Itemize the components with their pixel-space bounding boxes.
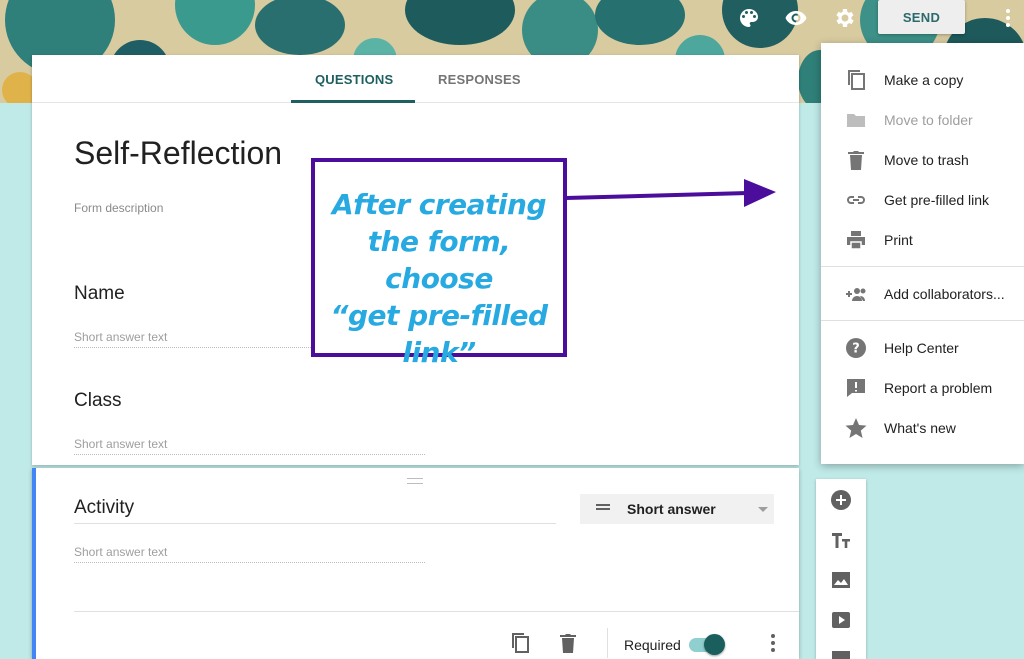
annotation-line: the form, choose (367, 225, 511, 295)
question-footer-divider (74, 611, 799, 612)
annotation-line: After creating (331, 188, 547, 221)
add-people-icon (845, 283, 867, 305)
report-icon (845, 377, 867, 399)
active-question-card[interactable]: Activity Short answer Short answer text … (32, 468, 799, 659)
print-icon (845, 229, 867, 251)
side-toolbar (816, 479, 866, 659)
svg-text:?: ? (852, 342, 860, 357)
menu-item-add-collaborators[interactable]: Add collaborators... (821, 276, 1024, 312)
tab-bar: QUESTIONS RESPONSES (32, 55, 799, 103)
image-icon[interactable] (830, 569, 852, 591)
menu-item-label: Move to trash (884, 152, 969, 168)
annotation-callout: After creating the form, choose “get pre… (311, 158, 567, 369)
question-type-label: Short answer (627, 501, 716, 517)
question-title-class[interactable]: Class (74, 390, 122, 412)
drag-handle-icon[interactable] (407, 478, 423, 484)
menu-item-label: Move to folder (884, 112, 973, 128)
link-icon (845, 189, 867, 211)
add-question-icon[interactable] (830, 489, 852, 511)
form-title[interactable]: Self-Reflection (74, 135, 282, 172)
annotation-arrow (566, 179, 776, 207)
menu-item-label: What's new (884, 420, 956, 436)
menu-item-label: Report a problem (884, 380, 993, 396)
question-type-select[interactable]: Short answer (580, 494, 774, 524)
form-description-field[interactable]: Form description (74, 201, 163, 215)
video-icon[interactable] (830, 609, 852, 631)
menu-item-label: Get pre-filled link (884, 192, 990, 208)
more-options-menu: Make a copy Move to folder Move to trash… (821, 43, 1024, 464)
more-options-icon[interactable] (998, 5, 1018, 31)
menu-item-print[interactable]: Print (821, 222, 1024, 258)
menu-item-move-to-folder[interactable]: Move to folder (821, 102, 1024, 138)
chevron-down-icon (758, 507, 768, 512)
required-label: Required (624, 637, 681, 653)
title-text-icon[interactable] (830, 529, 852, 551)
menu-item-whats-new[interactable]: What's new (821, 410, 1024, 446)
section-icon[interactable] (830, 649, 852, 659)
menu-separator (821, 266, 1024, 267)
tab-responses[interactable]: RESPONSES (438, 72, 521, 87)
gear-icon[interactable] (832, 6, 856, 30)
copy-icon (845, 69, 867, 91)
question-hint-class: Short answer text (74, 437, 425, 455)
question-hint-activity: Short answer text (74, 545, 425, 563)
duplicate-icon[interactable] (510, 632, 530, 654)
menu-item-report-problem[interactable]: Report a problem (821, 370, 1024, 406)
question-title-activity[interactable]: Activity (74, 497, 556, 524)
eye-icon[interactable] (784, 6, 808, 30)
menu-separator (821, 320, 1024, 321)
menu-item-get-prefilled-link[interactable]: Get pre-filled link (821, 182, 1024, 218)
menu-item-label: Make a copy (884, 72, 964, 88)
question-more-icon[interactable] (763, 632, 783, 654)
palette-icon[interactable] (737, 6, 761, 30)
menu-item-label: Help Center (884, 340, 959, 356)
annotation-line: “get pre-filled (330, 299, 548, 332)
required-toggle-knob[interactable] (704, 634, 725, 655)
menu-item-label: Print (884, 232, 913, 248)
annotation-text: After creating the form, choose “get pre… (315, 186, 563, 371)
question-title-name[interactable]: Name (74, 283, 125, 305)
send-button[interactable]: SEND (878, 0, 965, 34)
annotation-line: link” (402, 336, 476, 369)
help-icon: ? (845, 337, 867, 359)
folder-icon (845, 109, 867, 131)
menu-item-help-center[interactable]: ? Help Center (821, 330, 1024, 366)
trash-icon (845, 149, 867, 171)
tab-questions[interactable]: QUESTIONS (315, 72, 393, 87)
delete-icon[interactable] (558, 632, 578, 654)
active-tab-indicator (291, 100, 415, 103)
star-icon (845, 417, 867, 439)
short-answer-icon (596, 504, 610, 510)
menu-item-label: Add collaborators... (884, 286, 1005, 302)
active-indicator-bar (32, 468, 36, 659)
footer-separator (607, 628, 608, 658)
menu-item-make-copy[interactable]: Make a copy (821, 62, 1024, 98)
menu-item-move-to-trash[interactable]: Move to trash (821, 142, 1024, 178)
